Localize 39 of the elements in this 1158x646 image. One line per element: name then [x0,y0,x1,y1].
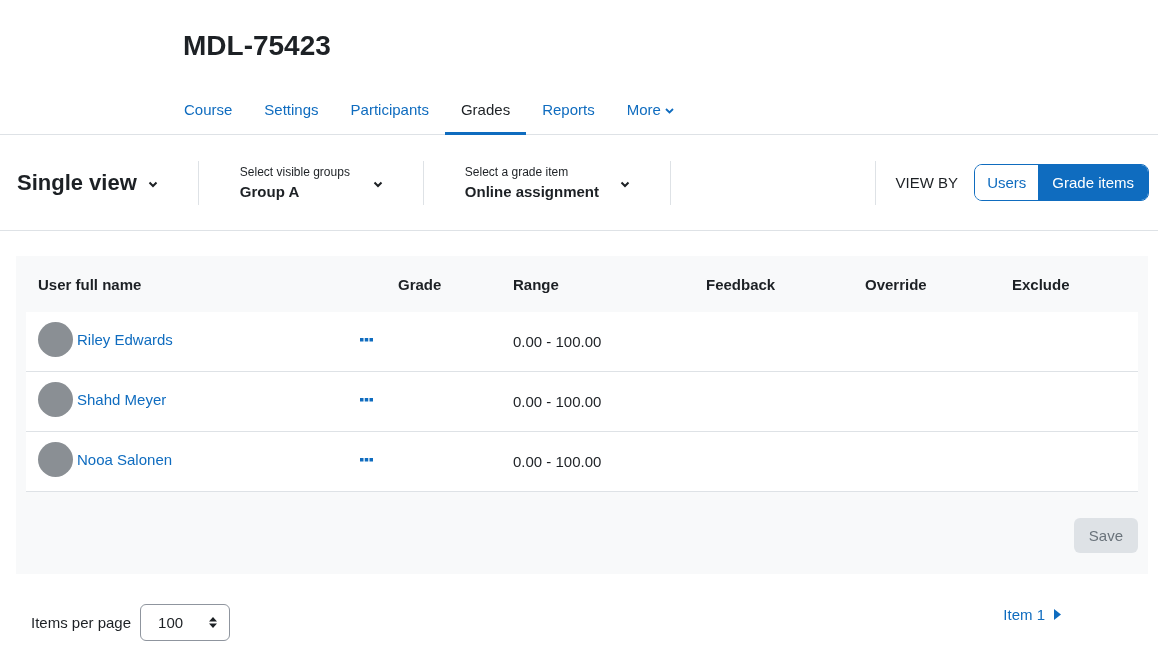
column-header: User full name [38,275,143,293]
column-header: Feedback [706,275,777,293]
column-header: Range [513,275,560,293]
items-per-page-select[interactable]: 100 [140,604,231,641]
caret-icon [619,181,630,188]
avatar [38,441,73,477]
more-actions-icon[interactable] [360,457,373,462]
range-cell-text: 0.00 - 100.00 [513,453,603,470]
items-per-page-label: Items per page [31,614,132,631]
page-selector[interactable]: Single view [17,169,158,196]
view-by-label: VIEW BY [895,174,959,191]
nav-tab[interactable]: Participants [334,101,445,135]
more-actions-icon[interactable] [360,397,373,402]
user-link[interactable]: Shahd Meyer [77,390,167,408]
more-actions-icon[interactable] [360,337,373,342]
user-link[interactable]: Riley Edwards [77,330,173,348]
column-header: Grade [398,275,443,293]
nav-tab[interactable]: More [610,101,690,135]
caret-icon [372,181,383,188]
dropdown[interactable]: Select visible groups Group A [198,165,423,200]
avatar [38,321,73,357]
range-cell-text: 0.00 - 100.00 [513,393,603,410]
user-link[interactable]: Nooa Salonen [77,450,173,468]
caret-icon [147,181,158,188]
sort-caret-icon [209,617,218,628]
next-item-link[interactable]: Item 1 [1003,606,1061,623]
column-header: Exclude [1012,275,1071,293]
course-title: MDL-75423 [182,29,332,63]
dropdown[interactable]: Select a grade item Online assignment [423,165,670,200]
column-header: Override [865,275,928,293]
nav-tab[interactable]: Grades [444,101,527,135]
nav-tab[interactable]: Course [168,101,249,135]
range-cell-text: 0.00 - 100.00 [513,333,603,350]
caret-right-icon [1054,609,1061,620]
view-by-toggle[interactable]: Grade items [1038,165,1148,200]
caret-icon [664,108,674,114]
avatar [38,381,73,417]
nav-tab[interactable]: Reports [526,101,611,135]
nav-tab[interactable]: Settings [248,101,335,135]
